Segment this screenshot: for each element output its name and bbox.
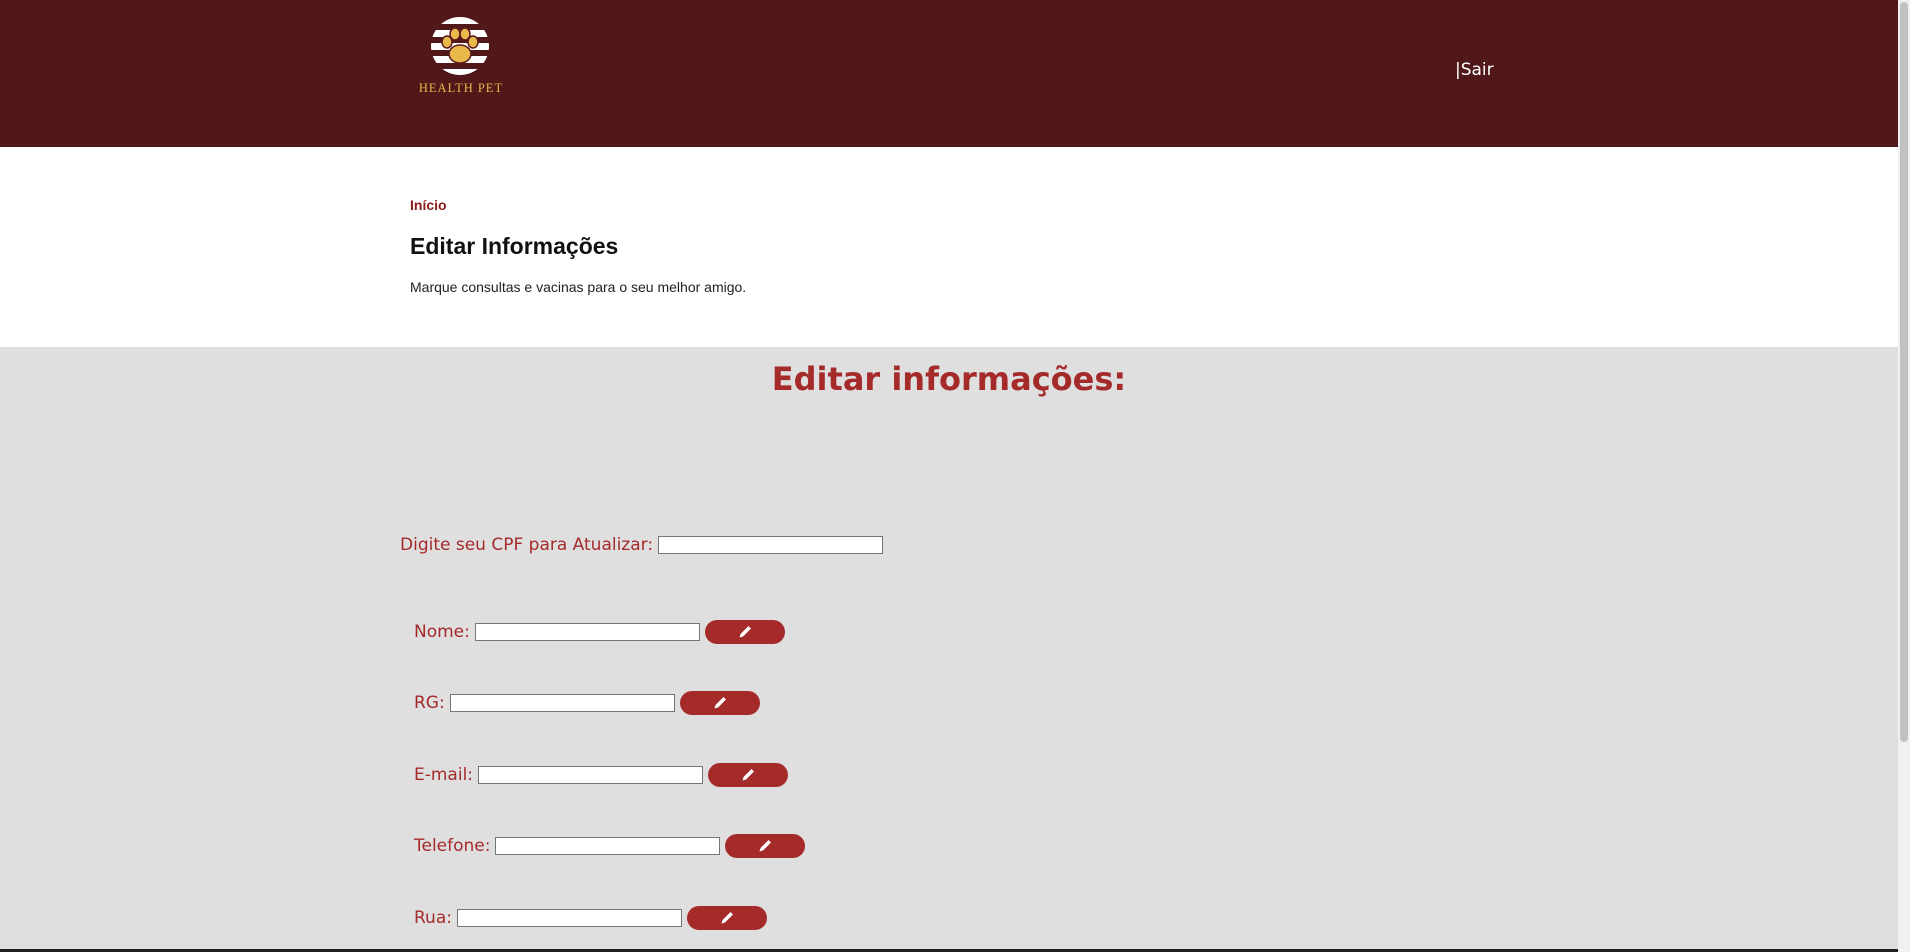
vertical-scrollbar[interactable] [1898,0,1910,952]
rua-label: Rua: [414,908,452,928]
rg-input[interactable] [449,694,675,712]
edit-rg-button[interactable] [679,691,760,715]
field-row-telefone: Telefone: [414,833,806,859]
page-intro-band [0,147,1898,347]
pencil-icon [721,912,733,924]
page-subtitle: Marque consultas e vacinas para o seu me… [410,279,747,295]
edit-telefone-button[interactable] [725,834,806,858]
field-row-rg: RG: [414,690,760,716]
site-header: HEALTH PET |Sair [0,0,1898,147]
field-row-email: E-mail: [414,762,789,788]
cpf-row: Digite seu CPF para Atualizar: [400,532,884,558]
breadcrumb-home[interactable]: Início [410,197,447,213]
scrollbar-thumb[interactable] [1900,2,1908,742]
logo-stripes-emblem [431,17,489,75]
rua-input[interactable] [456,909,682,927]
pencil-icon [739,626,751,638]
telefone-input[interactable] [495,837,721,855]
pencil-icon [742,769,755,781]
email-label: E-mail: [414,765,474,785]
logo-text: HEALTH PET [418,81,504,95]
field-row-nome: Nome: [414,619,785,645]
paw-icon [441,27,479,64]
logout-link[interactable]: |Sair [1455,60,1494,80]
edit-rua-button[interactable] [686,906,767,930]
health-pet-logo[interactable]: HEALTH PET [411,14,511,104]
field-row-rua: Rua: [414,905,767,931]
telefone-label: Telefone: [414,836,491,856]
pencil-icon [714,697,726,709]
page-title: Editar Informações [410,233,619,259]
form-heading: Editar informações: [771,360,1127,398]
nome-label: Nome: [414,622,470,642]
edit-email-button[interactable] [708,763,789,787]
rg-label: RG: [414,693,445,713]
edit-nome-button[interactable] [704,620,785,644]
cpf-label: Digite seu CPF para Atualizar: [400,535,654,555]
cpf-input[interactable] [658,536,884,554]
email-input[interactable] [478,766,704,784]
pencil-icon [759,840,772,852]
nome-input[interactable] [474,623,700,641]
